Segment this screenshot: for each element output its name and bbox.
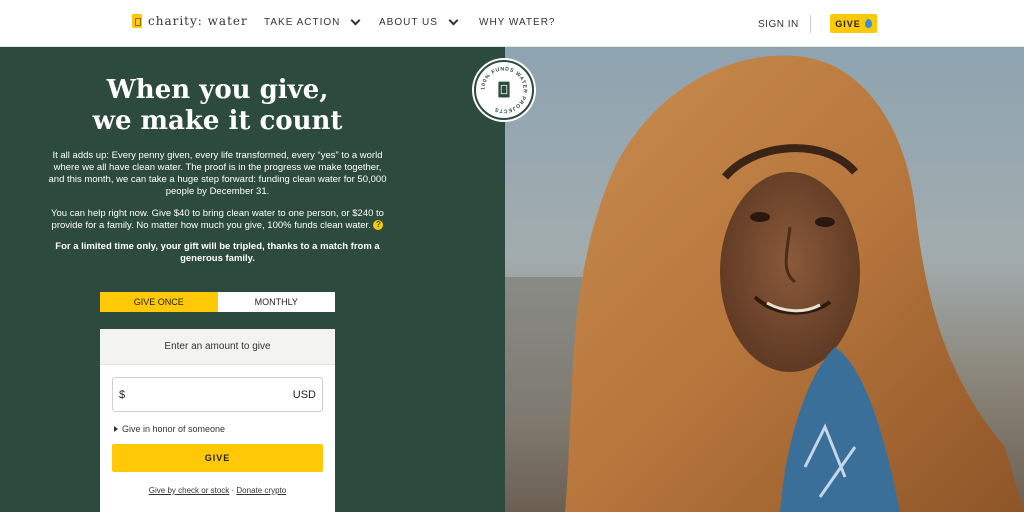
currency-symbol: $ [119, 388, 126, 401]
header-give-label: GIVE [835, 18, 861, 29]
give-by-check-link[interactable]: Give by check or stock [149, 486, 229, 495]
frequency-toggle: GIVE ONCE MONTHLY [100, 292, 335, 312]
give-button[interactable]: GIVE [112, 444, 323, 472]
match-paragraph: For a limited time only, your gift will … [55, 241, 380, 264]
header-give-button[interactable]: GIVE [830, 14, 877, 33]
nav-why-water[interactable]: WHY WATER? [479, 17, 555, 28]
give-in-honor-toggle[interactable]: Give in honor of someone [114, 424, 225, 434]
header-divider [810, 15, 811, 33]
headline-line-2: we make it count [92, 106, 343, 136]
donate-crypto-link[interactable]: Donate crypto [236, 486, 286, 495]
currency-code: USD [292, 388, 316, 401]
tab-monthly[interactable]: MONTHLY [217, 292, 335, 312]
nav-take-action-label: TAKE ACTION [264, 17, 341, 28]
alternate-give-links: Give by check or stock · Donate crypto [100, 486, 335, 495]
hero-panel: When you give, we make it count It all a… [0, 47, 505, 512]
nav-take-action[interactable]: TAKE ACTION [264, 15, 361, 28]
amount-input[interactable]: $ USD [112, 377, 323, 412]
funds-water-projects-badge: 100% FUNDS WATER PROJECTS [474, 60, 534, 120]
logo[interactable]: charity: water [132, 14, 248, 28]
donation-form-title: Enter an amount to give [100, 329, 335, 365]
page-title: When you give, we make it count [0, 75, 435, 137]
logo-text: charity: water [148, 14, 248, 28]
help-question-icon[interactable]: ? [373, 220, 384, 231]
give-in-honor-label: Give in honor of someone [122, 424, 226, 434]
nav-about-us[interactable]: ABOUT US [379, 15, 459, 28]
headline-line-1: When you give, [106, 75, 329, 105]
caret-right-icon [114, 426, 118, 432]
donation-form: Enter an amount to give $ USD Give in ho… [100, 329, 335, 512]
help-paragraph-text: You can help right now. Give $40 to brin… [51, 208, 384, 231]
chevron-down-icon [448, 15, 459, 26]
hero-photo [505, 47, 1024, 512]
chevron-down-icon [350, 15, 361, 26]
site-header: charity: water TAKE ACTION ABOUT US WHY … [0, 0, 1024, 47]
nav-why-water-label: WHY WATER? [479, 17, 556, 28]
girl-with-headscarf-image [505, 47, 1024, 512]
nav-about-us-label: ABOUT US [379, 17, 438, 28]
sign-in-link[interactable]: SIGN IN [758, 19, 799, 30]
jerry-can-icon [498, 81, 510, 98]
jerry-can-logo-icon [132, 14, 142, 28]
tab-give-once[interactable]: GIVE ONCE [100, 292, 218, 312]
intro-paragraph: It all adds up: Every penny given, every… [48, 150, 387, 197]
help-paragraph: You can help right now. Give $40 to brin… [0, 208, 435, 232]
badge-graphic: 100% FUNDS WATER PROJECTS [480, 66, 527, 113]
water-drop-icon [864, 19, 872, 28]
